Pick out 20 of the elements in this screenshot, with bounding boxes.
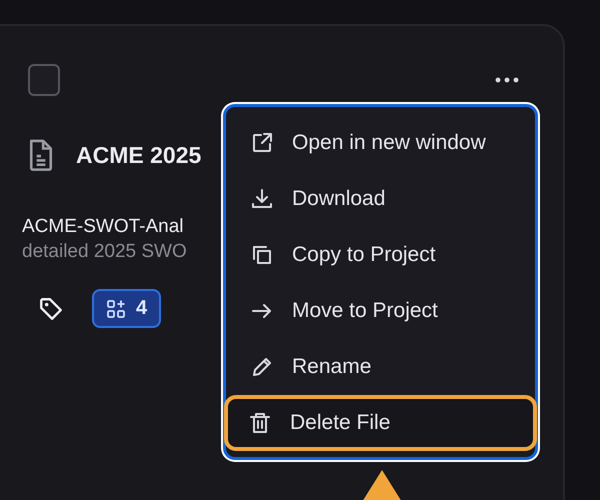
tag-icon[interactable]: [38, 296, 64, 322]
more-icon[interactable]: [495, 77, 519, 83]
file-title: ACME 2025: [76, 142, 202, 168]
download-icon: [250, 187, 274, 211]
menu-item[interactable]: Copy to Project: [226, 227, 535, 283]
external-link-icon: [250, 131, 274, 155]
document-icon: [28, 138, 54, 172]
trash-icon: [248, 411, 272, 435]
file-name: ACME-SWOT-Anal: [22, 216, 184, 238]
menu-item[interactable]: Download: [226, 171, 535, 227]
file-description: detailed 2025 SWO: [22, 241, 187, 263]
menu-item[interactable]: Move to Project: [226, 283, 535, 339]
checkbox[interactable]: [28, 64, 60, 96]
menu-item[interactable]: Delete File: [224, 395, 537, 451]
menu-item[interactable]: Rename: [226, 339, 535, 395]
pointer-triangle: [362, 470, 402, 500]
copy-icon: [250, 243, 274, 267]
pencil-icon: [250, 355, 274, 379]
count-badge[interactable]: 4: [92, 289, 162, 328]
menu-item[interactable]: Open in new window: [226, 115, 535, 171]
